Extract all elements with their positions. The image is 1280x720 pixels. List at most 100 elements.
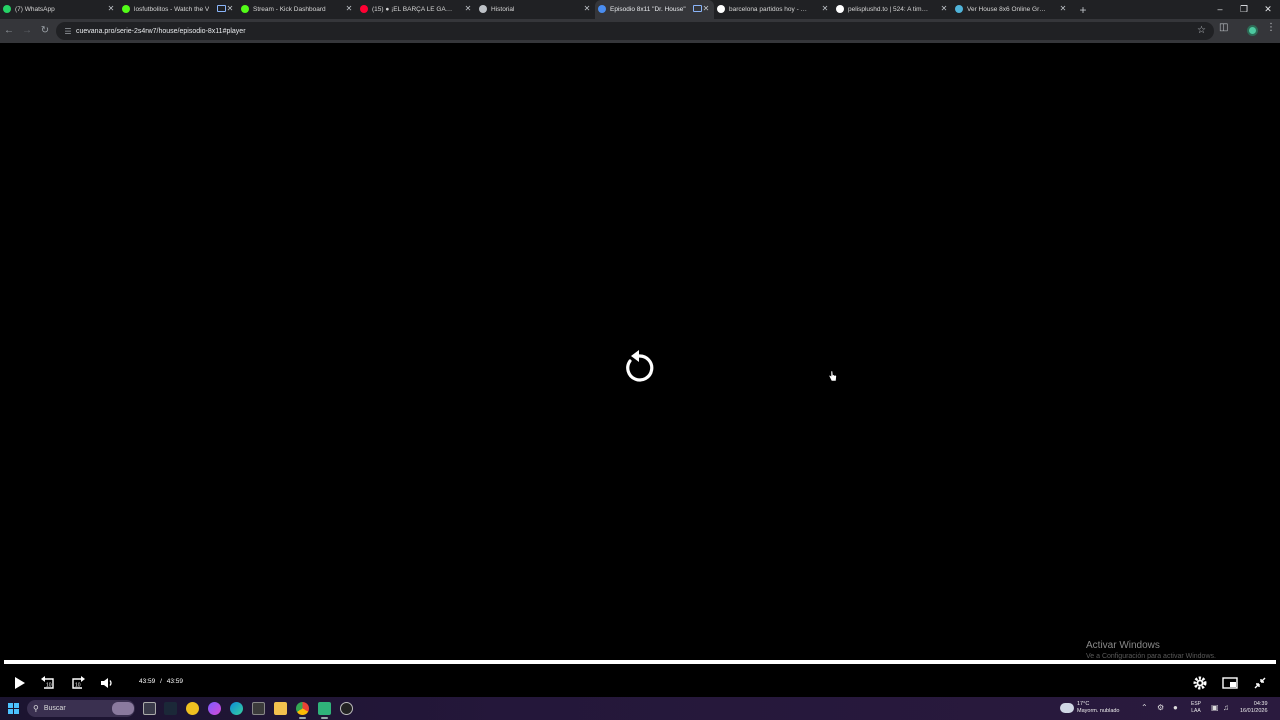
video-player[interactable]: Activar Windows Ve a Configuración para … (0, 43, 1280, 697)
clock-time: 04:39 (1253, 701, 1268, 707)
tab-title: (15) ● ¡EL BARÇA LE GANA A (372, 6, 454, 13)
window-controls: – ❐ ✕ (1208, 0, 1280, 19)
back-button[interactable]: ← (0, 22, 18, 40)
browser-tab[interactable]: Stream - Kick Dashboard ✕ (238, 0, 357, 19)
time-display: 43:59 / 43:59 (139, 678, 183, 685)
browser-tab[interactable]: (15) ● ¡EL BARÇA LE GANA A ✕ (357, 0, 476, 19)
edge-icon[interactable] (230, 702, 243, 715)
chevron-up-icon[interactable]: ⌃ (1141, 703, 1148, 712)
tab-title: Episodio 8x11 "Dr. House" (610, 6, 686, 13)
speaker-icon[interactable]: ♫ (1223, 703, 1229, 712)
tab-close-icon[interactable]: ✕ (938, 3, 950, 15)
tab-close-icon[interactable]: ✕ (105, 3, 117, 15)
tab-close-icon[interactable]: ✕ (581, 3, 593, 15)
volume-icon[interactable] (97, 673, 117, 693)
reload-button[interactable]: ↻ (36, 22, 54, 40)
settings-gear-icon[interactable] (1190, 673, 1210, 693)
extensions-icon[interactable]: ◫ (1219, 22, 1228, 33)
browser-tab[interactable]: (7) WhatsApp ✕ (0, 0, 119, 19)
tab-title: barcelona partidos hoy - Busca (729, 6, 811, 13)
current-time: 43:59 (139, 678, 156, 685)
rewind-10-icon[interactable]: 10 (38, 673, 58, 693)
svg-text:10: 10 (46, 683, 52, 689)
tab-title: losfutbolitos - Watch the V (134, 6, 210, 13)
clock-date: 16/01/2026 (1240, 708, 1268, 714)
tab-close-icon[interactable]: ✕ (819, 3, 831, 15)
svg-text:10: 10 (75, 683, 81, 689)
tab-close-icon[interactable]: ✕ (224, 3, 236, 15)
bookmark-star-icon[interactable]: ☆ (1197, 25, 1206, 36)
browser-tab[interactable]: pelisplushd.to | 524: A timeout ✕ (833, 0, 952, 19)
tab-title: Stream - Kick Dashboard (253, 6, 326, 13)
store-icon[interactable] (252, 702, 265, 715)
cuevana-icon (598, 5, 606, 13)
tab-title: pelisplushd.to | 524: A timeout (848, 6, 930, 13)
player-controls: 10 10 43:59 / 43:59 (0, 671, 1280, 695)
cloud-icon (1060, 703, 1074, 713)
chrome-icon[interactable] (296, 702, 309, 719)
tab-title: Historial (491, 6, 515, 13)
address-bar[interactable]: ☰ cuevana.pro/serie-2s4rw7/house/episodi… (56, 22, 1214, 40)
search-highlight-icon[interactable] (112, 702, 134, 715)
windows-start-icon[interactable] (8, 703, 19, 714)
url-text[interactable]: cuevana.pro/serie-2s4rw7/house/episodio-… (76, 28, 246, 35)
progress-bar[interactable] (4, 660, 1276, 664)
tab-title: Ver House 8x6 Online Gratis Cu (967, 6, 1049, 13)
task-view-icon[interactable] (143, 702, 156, 715)
weather-temp: 17°C (1077, 701, 1090, 707)
site-info-icon[interactable]: ☰ (60, 27, 76, 36)
kick-icon (241, 5, 249, 13)
new-tab-button[interactable]: + (1074, 3, 1092, 17)
copilot-icon[interactable] (208, 702, 221, 715)
tab-close-icon[interactable]: ✕ (700, 3, 712, 15)
app-icon[interactable] (186, 702, 199, 715)
forward-button[interactable]: → (18, 22, 36, 40)
whatsapp-icon (3, 5, 11, 13)
windows-taskbar: ⚲ Buscar 17°C Mayorm. nublado ⌃ ⚙ ● ESP … (0, 697, 1280, 720)
picture-in-picture-icon[interactable] (1220, 673, 1240, 693)
browser-toolbar: ← → ↻ ☰ cuevana.pro/serie-2s4rw7/house/e… (0, 19, 1280, 43)
hand-cursor-icon (828, 370, 837, 382)
forward-10-icon[interactable]: 10 (68, 673, 88, 693)
restore-button[interactable]: ❐ (1232, 0, 1256, 19)
activation-subtitle: Ve a Configuración para activar Windows. (1086, 653, 1216, 660)
file-explorer-icon[interactable] (274, 702, 287, 715)
weather-widget[interactable]: 17°C Mayorm. nublado (1060, 701, 1120, 715)
microphone-icon[interactable]: ● (1173, 703, 1178, 712)
tab-close-icon[interactable]: ✕ (462, 3, 474, 15)
lang-code: ESP (1191, 701, 1202, 707)
lang-layout: LAA (1191, 708, 1201, 714)
tab-close-icon[interactable]: ✕ (343, 3, 355, 15)
close-window-button[interactable]: ✕ (1256, 0, 1280, 19)
network-icon[interactable]: ▣ (1211, 703, 1219, 712)
weather-text: 17°C Mayorm. nublado (1077, 701, 1120, 715)
progress-fill (4, 660, 1276, 664)
search-icon: ⚲ (33, 704, 39, 713)
kick-app-icon[interactable] (318, 702, 331, 719)
windows-activation-watermark: Activar Windows Ve a Configuración para … (1086, 640, 1216, 660)
profile-avatar[interactable] (1247, 25, 1258, 36)
tab-close-icon[interactable]: ✕ (1057, 3, 1069, 15)
kick-icon (122, 5, 130, 13)
system-clock[interactable]: 04:39 16/01/2026 (1240, 701, 1268, 715)
google-icon (717, 5, 725, 13)
fullscreen-exit-icon[interactable] (1250, 673, 1270, 693)
play-icon[interactable] (9, 673, 29, 693)
browser-tab[interactable]: Historial ✕ (476, 0, 595, 19)
browser-menu-icon[interactable]: ⋮ (1266, 22, 1276, 33)
steam-icon[interactable] (164, 702, 177, 715)
browser-tab[interactable]: barcelona partidos hoy - Busca ✕ (714, 0, 833, 19)
activation-title: Activar Windows (1086, 640, 1160, 651)
minimize-button[interactable]: – (1208, 0, 1232, 19)
tab-title: (7) WhatsApp (15, 6, 55, 13)
replay-icon[interactable] (620, 349, 658, 387)
language-indicator[interactable]: ESP LAA (1191, 701, 1201, 715)
browser-tab[interactable]: Episodio 8x11 "Dr. House" ✕ (595, 0, 714, 19)
browser-tab[interactable]: losfutbolitos - Watch the V ✕ (119, 0, 238, 19)
obs-icon[interactable] (340, 702, 353, 715)
tray-app-icon[interactable]: ⚙ (1157, 703, 1164, 712)
youtube-icon (360, 5, 368, 13)
search-placeholder: Buscar (43, 705, 66, 712)
time-separator: / (160, 678, 162, 685)
browser-tab[interactable]: Ver House 8x6 Online Gratis Cu ✕ (952, 0, 1071, 19)
